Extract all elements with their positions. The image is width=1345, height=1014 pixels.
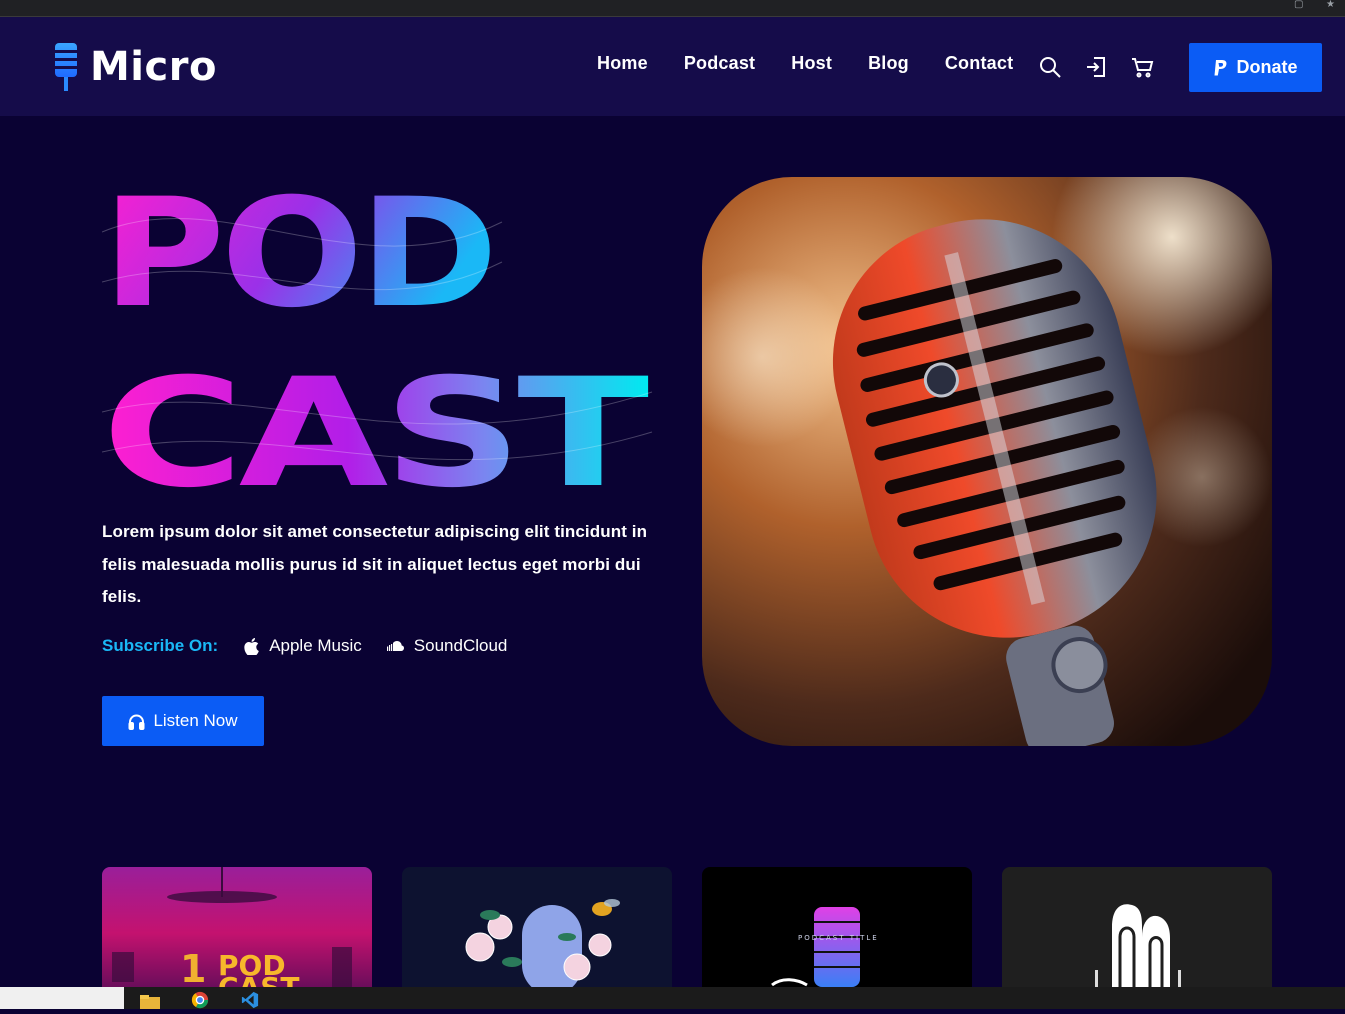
main-nav: Home Podcast Host Blog Contact — [597, 53, 1049, 74]
logo[interactable]: Micro — [52, 41, 217, 93]
card-title-cast: CAST — [218, 971, 299, 987]
taskbar-search-area[interactable] — [0, 987, 124, 1009]
nav-contact[interactable]: Contact — [945, 53, 1013, 74]
chrome-icon[interactable] — [190, 991, 210, 1009]
search-icon[interactable] — [1038, 55, 1062, 79]
soundcloud-label: SoundCloud — [413, 636, 508, 655]
paypal-icon — [1214, 59, 1227, 75]
card-title: PODCAST TITLE — [798, 934, 879, 942]
donate-label: Donate — [1236, 57, 1298, 77]
listen-now-button[interactable]: Listen Now — [102, 696, 264, 746]
subscribe-label: Subscribe On: — [102, 636, 219, 655]
vscode-icon[interactable] — [240, 991, 260, 1009]
soundcloud-link[interactable]: SoundCloud — [386, 636, 508, 656]
hero-microphone-image — [702, 177, 1272, 746]
apple-music-link[interactable]: Apple Music — [244, 636, 362, 656]
podcast-card[interactable]: 1 POD CAST — [102, 867, 372, 987]
podcast-card[interactable] — [1002, 867, 1272, 987]
cart-icon[interactable] — [1130, 55, 1154, 79]
subscribe-row: Subscribe On: Apple Music SoundCloud — [102, 636, 531, 656]
hero-description: Lorem ipsum dolor sit amet consectetur a… — [102, 522, 648, 606]
nav-podcast[interactable]: Podcast — [684, 53, 755, 74]
browser-top-strip: ▢ ★ — [0, 0, 1345, 17]
hero-title-graphic: POD CAST — [102, 172, 653, 492]
podcast-card[interactable]: PODCAST TITLE — [702, 867, 972, 987]
listen-now-label: Listen Now — [153, 711, 238, 730]
nav-blog[interactable]: Blog — [868, 53, 909, 74]
donate-button[interactable]: Donate — [1189, 43, 1322, 92]
nav-home[interactable]: Home — [597, 53, 648, 74]
apple-music-label: Apple Music — [269, 636, 362, 655]
header-icons — [1038, 55, 1154, 79]
brand-name: Micro — [90, 44, 217, 90]
site-header: Micro Home Podcast Host Blog Contact Don… — [0, 17, 1345, 116]
login-icon[interactable] — [1084, 55, 1108, 79]
apple-icon — [244, 637, 259, 655]
hero-title-cast: CAST — [102, 347, 649, 492]
podcast-card[interactable] — [402, 867, 672, 987]
soundcloud-icon — [386, 641, 404, 651]
microphone-logo-icon — [52, 43, 80, 91]
window-icon[interactable]: ▢ — [1294, 0, 1308, 10]
headphones-icon — [128, 714, 145, 730]
hero-title-pod: POD — [102, 172, 494, 341]
os-taskbar — [0, 987, 1345, 1009]
card-badge: 1 — [180, 947, 206, 987]
star-icon[interactable]: ★ — [1326, 0, 1340, 10]
file-explorer-icon[interactable] — [140, 991, 160, 1009]
nav-host[interactable]: Host — [791, 53, 832, 74]
